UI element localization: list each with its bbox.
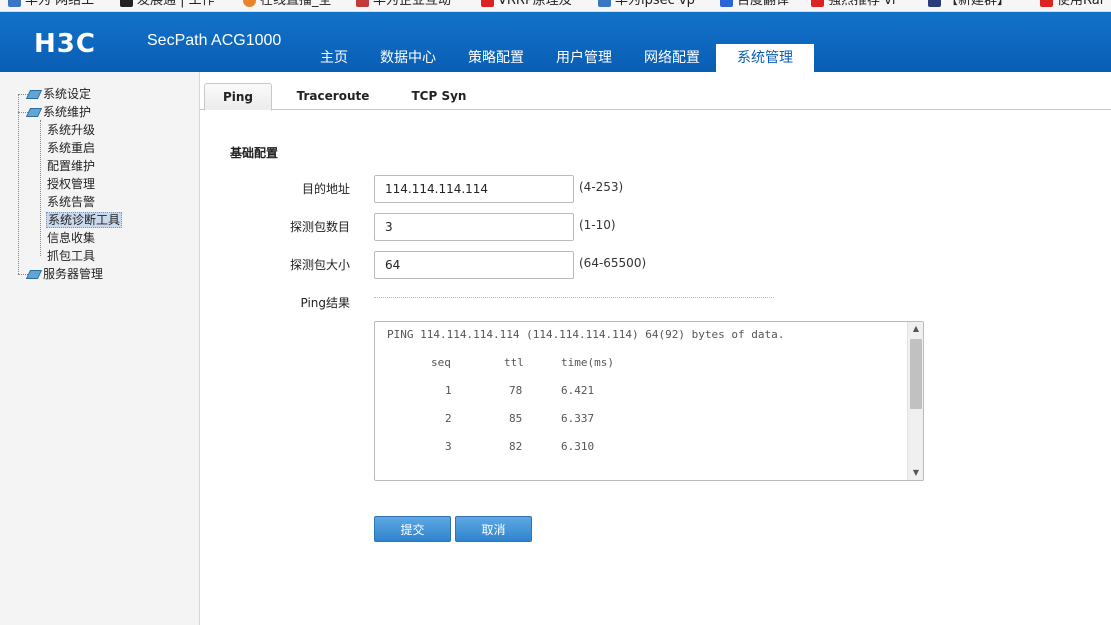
bookmark-icon — [243, 0, 256, 7]
result-col-ttl: ttl — [504, 356, 524, 369]
nav-user-management[interactable]: 用户管理 — [540, 44, 628, 72]
tree-connector — [40, 120, 41, 256]
app-header: H3C SecPath ACG1000 主页 数据中心 策略配置 用户管理 网络… — [0, 12, 1111, 72]
bookmark-icon — [120, 0, 133, 7]
bookmark-item[interactable]: 【新建群】 — [928, 0, 1010, 10]
ping-header-line: PING 114.114.114.114 (114.114.114.114) 6… — [387, 328, 785, 341]
cancel-button[interactable]: 取消 — [455, 516, 532, 542]
tab-bar: Ping Traceroute TCP Syn — [200, 82, 1111, 111]
result-seq: 3 — [445, 440, 452, 453]
tree-item-config-maintenance[interactable]: 配置维护 — [47, 157, 95, 175]
tree-item-system-diagnostic-tools[interactable]: 系统诊断工具 — [46, 211, 123, 229]
tree-item-server-management[interactable]: 服务器管理 — [25, 265, 103, 283]
bookmark-icon — [811, 0, 824, 7]
bookmark-item[interactable]: 百度翻译 — [720, 0, 789, 10]
result-scrollbar[interactable]: ▲ ▼ — [907, 322, 923, 480]
result-col-seq: seq — [431, 356, 451, 369]
result-time: 6.421 — [561, 384, 595, 397]
tree-item-info-collection[interactable]: 信息收集 — [47, 229, 95, 247]
ping-result-label: Ping结果 — [300, 296, 350, 310]
bookmark-icon — [356, 0, 369, 7]
tree-item-license-management[interactable]: 授权管理 — [47, 175, 95, 193]
result-seq: 1 — [445, 384, 452, 397]
main-content: Ping Traceroute TCP Syn 基础配置 目的地址 114.11… — [200, 72, 1111, 625]
packet-count-label: 探测包数目 — [289, 220, 350, 234]
nav-home[interactable]: 主页 — [304, 44, 364, 72]
bookmark-item[interactable]: 华为ipsec vp — [598, 0, 695, 10]
bookmarks-bar: 华为 网络工 发展通 | 工作 在线直播_全 华为企业互动 VRRP原理及 华为… — [0, 0, 1111, 12]
packet-count-hint: (1-10) — [579, 218, 616, 232]
bookmark-icon — [928, 0, 941, 7]
dest-address-input[interactable]: 114.114.114.114 — [374, 175, 574, 203]
tree-item-system-upgrade[interactable]: 系统升级 — [47, 121, 95, 139]
submit-button[interactable]: 提交 — [374, 516, 451, 542]
bookmark-item[interactable]: 在线直播_全 — [243, 0, 332, 10]
tree-item-packet-capture[interactable]: 抓包工具 — [47, 247, 95, 265]
main-nav: 主页 数据中心 策略配置 用户管理 网络配置 系统管理 — [304, 44, 814, 72]
bookmark-item[interactable]: VRRP原理及 — [481, 0, 572, 10]
bookmark-icon — [720, 0, 733, 7]
bookmark-item[interactable]: 华为 网络工 — [8, 0, 94, 10]
result-time: 6.337 — [561, 412, 595, 425]
section-title: 基础配置 — [230, 146, 279, 160]
bookmark-item[interactable]: 强烈推荐 vi — [811, 0, 895, 10]
tab-ping[interactable]: Ping — [204, 83, 272, 111]
result-ttl: 82 — [509, 440, 523, 453]
result-seq: 2 — [445, 412, 452, 425]
bookmark-item[interactable]: 华为企业互动 — [356, 0, 451, 10]
tree-item-system-maintenance[interactable]: 系统维护 — [25, 103, 91, 121]
bookmark-icon — [1040, 0, 1053, 7]
bookmark-icon — [598, 0, 611, 7]
result-ttl: 78 — [509, 384, 523, 397]
packet-size-hint: (64-65500) — [579, 256, 647, 270]
nav-policy-config[interactable]: 策略配置 — [452, 44, 540, 72]
result-ttl: 85 — [509, 412, 523, 425]
folder-icon — [25, 90, 43, 99]
tree-item-system-restart[interactable]: 系统重启 — [47, 139, 95, 157]
result-col-time: time(ms) — [561, 356, 614, 369]
tab-tcp-syn[interactable]: TCP Syn — [400, 83, 478, 110]
sidebar: 系统设定 系统维护 系统升级 系统重启 配置维护 授权管理 系统告警 系统诊断工… — [0, 72, 200, 625]
tab-traceroute[interactable]: Traceroute — [288, 83, 378, 110]
tree-item-system-alarm[interactable]: 系统告警 — [47, 193, 95, 211]
scroll-down-icon[interactable]: ▼ — [908, 466, 923, 480]
nav-system-management[interactable]: 系统管理 — [716, 44, 814, 72]
bookmark-item[interactable]: 使用Rar — [1040, 0, 1105, 10]
packet-count-input[interactable]: 3 — [374, 213, 574, 241]
bookmark-icon — [8, 0, 21, 7]
product-name: SecPath ACG1000 — [147, 32, 282, 49]
ping-result-textarea[interactable]: PING 114.114.114.114 (114.114.114.114) 6… — [374, 321, 924, 481]
folder-icon — [25, 270, 43, 279]
dest-address-hint: (4-253) — [579, 180, 624, 194]
folder-icon — [25, 108, 43, 117]
packet-size-label: 探测包大小 — [289, 258, 350, 272]
bookmark-item[interactable]: 发展通 | 工作 — [120, 0, 215, 10]
tree-connector — [18, 94, 19, 274]
bookmark-icon — [481, 0, 494, 7]
scroll-up-icon[interactable]: ▲ — [908, 322, 923, 336]
scroll-thumb[interactable] — [910, 339, 922, 409]
packet-size-input[interactable]: 64 — [374, 251, 574, 279]
dest-address-label: 目的地址 — [301, 182, 350, 196]
nav-data-center[interactable]: 数据中心 — [364, 44, 452, 72]
tree-item-system-settings[interactable]: 系统设定 — [25, 85, 91, 103]
nav-network-config[interactable]: 网络配置 — [628, 44, 716, 72]
brand-logo: H3C — [34, 29, 96, 59]
result-time: 6.310 — [561, 440, 595, 453]
separator — [374, 297, 774, 298]
